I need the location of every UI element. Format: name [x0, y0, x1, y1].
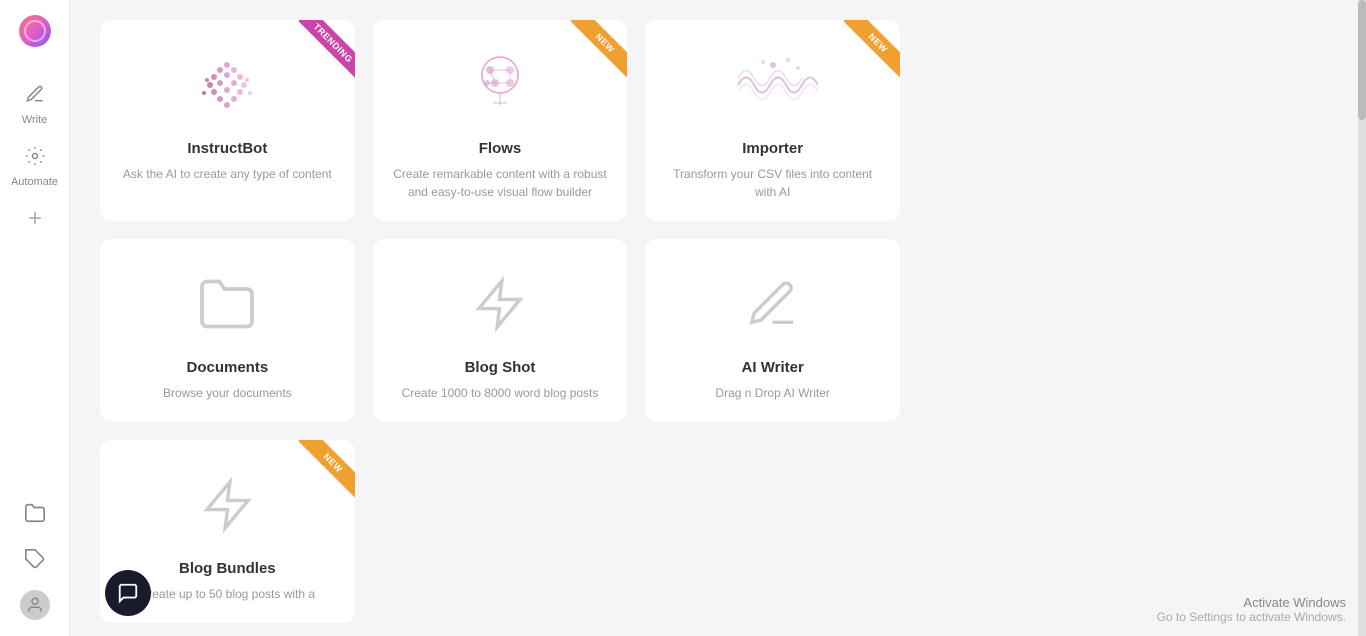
card-blog-shot[interactable]: Blog Shot Create 1000 to 8000 word blog …: [373, 239, 628, 422]
add-button[interactable]: [19, 202, 51, 234]
importer-image: [723, 40, 823, 130]
documents-image: [177, 259, 277, 349]
card-ai-writer[interactable]: AI Writer Drag n Drop AI Writer: [645, 239, 900, 422]
documents-desc: Browse your documents: [163, 384, 292, 402]
importer-new-badge: NEW: [830, 20, 900, 90]
card-importer[interactable]: NEW Importer: [645, 20, 900, 221]
write-icon: [25, 84, 45, 110]
blog-bundles-new-badge: NEW: [285, 440, 355, 510]
importer-title: Importer: [742, 140, 803, 157]
flows-title: Flows: [479, 140, 522, 157]
sidebar: Write Automate: [0, 0, 70, 636]
trending-badge: TRENDING: [285, 20, 355, 90]
flows-new-badge: NEW: [557, 20, 627, 90]
sidebar-item-tags[interactable]: [16, 540, 54, 578]
windows-activation: Activate Windows Go to Settings to activ…: [1157, 595, 1346, 624]
flows-desc: Create remarkable content with a robust …: [393, 165, 608, 201]
ai-writer-image: [723, 259, 823, 349]
importer-desc: Transform your CSV files into content wi…: [665, 165, 880, 201]
blog-bundles-title: Blog Bundles: [179, 560, 276, 577]
main-content: TRENDING: [70, 0, 1366, 636]
sidebar-item-write[interactable]: Write: [5, 78, 65, 132]
card-flows[interactable]: NEW: [373, 20, 628, 221]
app-logo[interactable]: [16, 12, 54, 50]
documents-title: Documents: [186, 359, 268, 376]
blog-shot-title: Blog Shot: [465, 359, 536, 376]
sidebar-item-documents[interactable]: [16, 494, 54, 532]
flows-image: [450, 40, 550, 130]
instructbot-desc: Ask the AI to create any type of content: [123, 165, 332, 183]
card-instructbot[interactable]: TRENDING: [100, 20, 355, 221]
ai-writer-title: AI Writer: [742, 359, 804, 376]
sidebar-item-automate[interactable]: Automate: [5, 140, 65, 194]
instructbot-image: [177, 40, 277, 130]
scrollbar[interactable]: [1358, 0, 1366, 636]
blog-bundles-desc: Create up to 50 blog posts with a: [140, 585, 315, 603]
sidebar-item-profile[interactable]: [16, 586, 54, 624]
card-documents[interactable]: Documents Browse your documents: [100, 239, 355, 422]
user-avatar: [20, 590, 50, 620]
blog-shot-image: [450, 259, 550, 349]
cards-grid: TRENDING: [100, 20, 900, 623]
activation-title: Activate Windows: [1157, 595, 1346, 610]
blog-shot-desc: Create 1000 to 8000 word blog posts: [402, 384, 599, 402]
automate-icon: [25, 146, 45, 172]
instructbot-title: InstructBot: [187, 140, 267, 157]
chat-bubble-button[interactable]: [105, 570, 151, 616]
sidebar-write-label: Write: [22, 114, 47, 126]
activation-desc: Go to Settings to activate Windows.: [1157, 610, 1346, 624]
scrollbar-thumb[interactable]: [1358, 0, 1366, 120]
sidebar-automate-label: Automate: [11, 176, 58, 188]
blog-bundles-image: [177, 460, 277, 550]
ai-writer-desc: Drag n Drop AI Writer: [715, 384, 829, 402]
